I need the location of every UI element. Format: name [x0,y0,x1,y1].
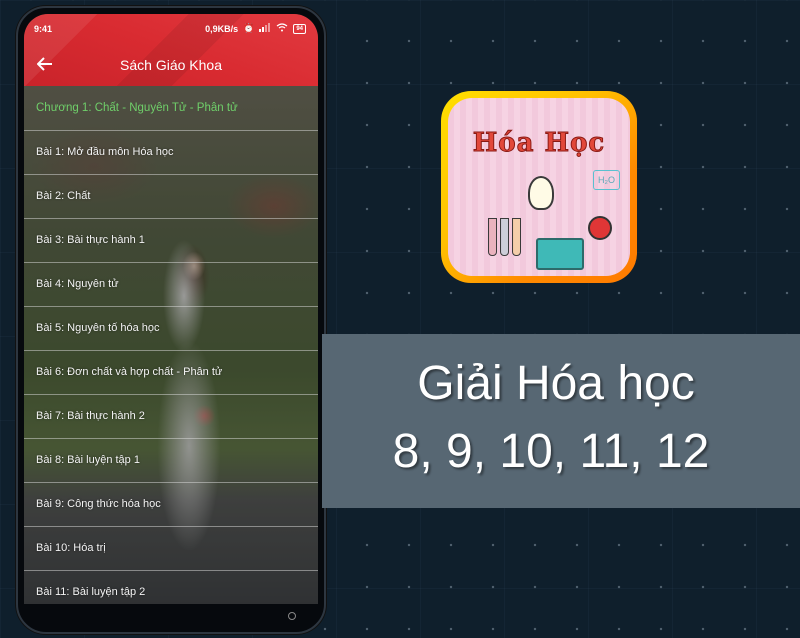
page-title: Sách Giáo Khoa [120,57,222,73]
list-item[interactable]: Bài 3: Bài thực hành 1 [24,219,318,263]
list-item[interactable]: Bài 8: Bài luyện tập 1 [24,439,318,483]
assistive-touch-icon[interactable] [288,612,296,620]
lesson-list: Chương 1: Chất - Nguyên Tử - Phân tử Bài… [24,86,318,604]
list-item[interactable]: Bài 4: Nguyên tử [24,263,318,307]
lightbulb-icon [528,176,554,210]
test-tube-icon [512,218,521,256]
app-icon-title: Hóa Học [472,128,606,159]
lab-machine-icon [536,238,584,270]
toolbar: Sách Giáo Khoa [24,52,318,80]
wifi-icon [276,23,288,34]
battery-icon: 94 [293,23,306,34]
list-item[interactable]: Bài 7: Bài thực hành 2 [24,395,318,439]
alarm-icon: ⏰ [243,23,255,33]
molecule-icon: H₂O [593,170,620,190]
list-item[interactable]: Bài 10: Hóa trị [24,527,318,571]
promo-banner: Giải Hóa học 8, 9, 10, 11, 12 [322,334,800,508]
signal-icon [259,23,271,34]
test-tube-icon [500,218,509,256]
phone-screen: 9:41 0,9KB/s ⏰ 94 Sách Giáo Khoa Chương … [24,14,318,604]
status-time: 9:41 [34,24,53,34]
app-icon-artwork: Hóa Học H₂O [448,98,630,276]
phone-frame: 9:41 0,9KB/s ⏰ 94 Sách Giáo Khoa Chương … [16,6,326,634]
status-bar: 9:41 0,9KB/s ⏰ 94 [24,20,318,36]
list-item[interactable]: Bài 6: Đơn chất và hợp chất - Phân tử [24,351,318,395]
chapter-header[interactable]: Chương 1: Chất - Nguyên Tử - Phân tử [24,86,318,131]
list-item[interactable]: Bài 5: Nguyên tố hóa học [24,307,318,351]
list-item[interactable]: Bài 11: Bài luyện tập 2 [24,571,318,604]
network-speed: 0,9KB/s [205,23,239,34]
test-tube-icon [488,218,497,256]
flask-icon [588,216,612,240]
list-item[interactable]: Bài 9: Công thức hóa học [24,483,318,527]
list-item[interactable]: Bài 2: Chất [24,175,318,219]
app-bar: 9:41 0,9KB/s ⏰ 94 Sách Giáo Khoa [24,14,318,86]
status-indicators: 0,9KB/s ⏰ 94 [205,23,306,34]
banner-title: Giải Hóa học [417,357,695,410]
list-item[interactable]: Bài 1: Mở đầu môn Hóa học [24,131,318,175]
app-icon: Hóa Học H₂O [441,91,637,283]
banner-grades: 8, 9, 10, 11, 12 [392,425,710,478]
